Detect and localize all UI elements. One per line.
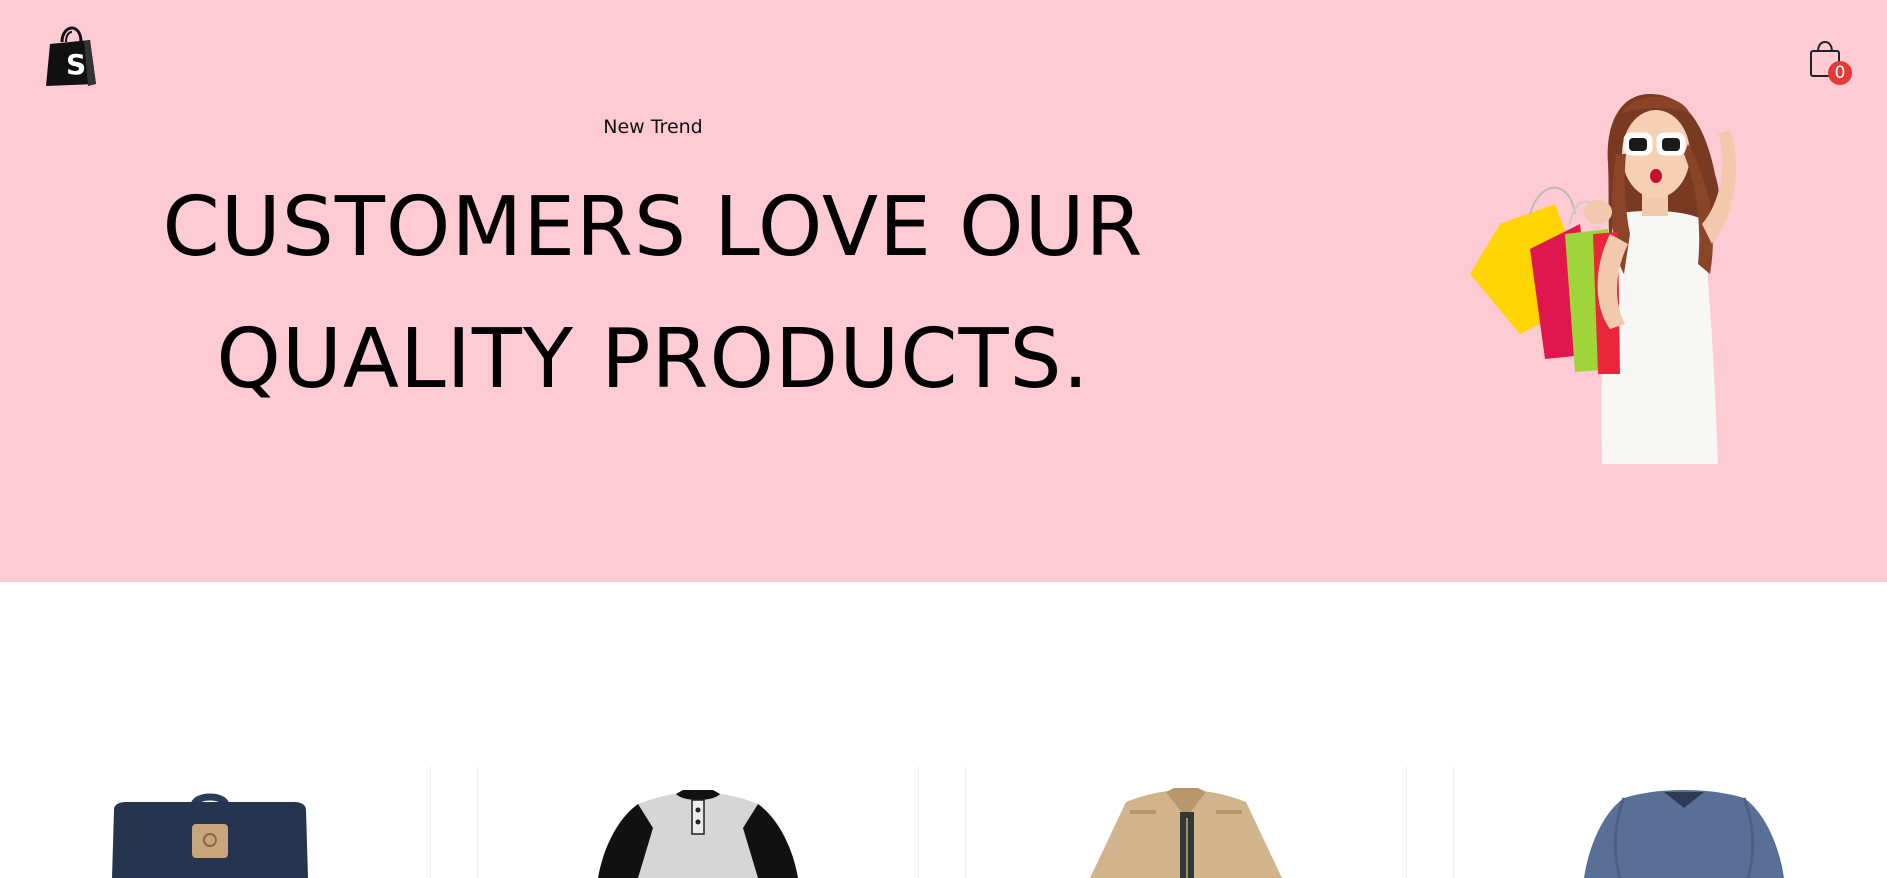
product-image (112, 793, 308, 878)
hero-model-image (1470, 94, 1736, 464)
product-list (0, 766, 1887, 878)
product-card[interactable] (0, 766, 431, 878)
svg-text:S: S (66, 48, 86, 81)
store-logo[interactable]: S (44, 26, 100, 88)
cart-count-badge: 0 (1828, 61, 1852, 85)
product-card[interactable] (477, 766, 919, 878)
product-card[interactable] (1453, 766, 1887, 878)
product-image (598, 790, 798, 878)
hero-eyebrow: New Trend (603, 116, 703, 138)
product-image (1584, 790, 1784, 878)
product-card[interactable] (965, 766, 1407, 878)
hero-headline: CUSTOMERS LOVE OUR QUALITY PRODUCTS. (162, 180, 1144, 407)
hero-banner: S 0 New Trend CUSTOMERS LOVE OUR QUALITY… (0, 0, 1887, 582)
shopify-bag-icon: S (46, 26, 96, 86)
product-image (1090, 788, 1282, 878)
